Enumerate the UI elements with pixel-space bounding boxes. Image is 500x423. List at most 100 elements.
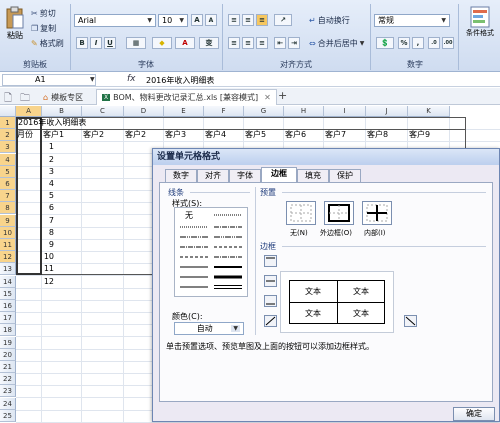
align-bottom-button[interactable]: ≡ bbox=[256, 14, 268, 26]
month-cell[interactable]: 9 bbox=[16, 239, 54, 251]
row-header[interactable]: 22 bbox=[0, 373, 16, 386]
copy-button[interactable]: ❐ 复制 bbox=[28, 21, 59, 35]
line-style-none[interactable]: 无 bbox=[185, 210, 193, 221]
line-style-option[interactable] bbox=[213, 284, 243, 290]
currency-button[interactable]: 💲 bbox=[376, 37, 394, 49]
wrap-text-button[interactable]: ↵ 自动换行 bbox=[306, 13, 353, 27]
row-header[interactable]: 1 bbox=[0, 117, 16, 129]
align-middle-button[interactable]: ≡ bbox=[242, 14, 254, 26]
month-cell[interactable]: 4 bbox=[16, 178, 54, 190]
align-top-button[interactable]: ≡ bbox=[228, 14, 240, 26]
border-diagonal-down-button[interactable] bbox=[404, 315, 417, 327]
dialog-tab[interactable]: 保护 bbox=[329, 169, 361, 182]
border-middle-button[interactable] bbox=[264, 275, 277, 287]
tab-bom-workbook[interactable]: X BOM、物料更改记录汇总.xls [兼容模式] ✕ bbox=[96, 89, 277, 105]
column-header[interactable]: E bbox=[164, 106, 204, 117]
month-cell[interactable]: 12 bbox=[16, 276, 54, 288]
fill-color-button[interactable]: ◆ bbox=[152, 37, 172, 49]
align-center-button[interactable]: ≡ bbox=[242, 37, 254, 49]
chevron-down-icon[interactable]: ▼ bbox=[90, 76, 95, 83]
header-cell[interactable]: 客户1 bbox=[43, 129, 64, 141]
header-cell[interactable]: 客户2 bbox=[83, 129, 104, 141]
dialog-tab[interactable]: 对齐 bbox=[197, 169, 229, 182]
header-cell[interactable]: 客户2 bbox=[125, 129, 146, 141]
preset-none-button[interactable] bbox=[286, 201, 316, 225]
month-cell[interactable]: 5 bbox=[16, 190, 54, 202]
font-name-select[interactable]: Arial ▼ bbox=[74, 14, 156, 27]
month-cell[interactable]: 3 bbox=[16, 166, 54, 178]
row-header[interactable]: 25 bbox=[0, 409, 16, 422]
decrease-decimal-button[interactable]: .00 bbox=[442, 37, 454, 49]
month-cell[interactable]: 6 bbox=[16, 202, 54, 214]
header-cell[interactable]: 客户6 bbox=[285, 129, 306, 141]
row-header[interactable]: 8 bbox=[0, 202, 16, 215]
line-style-option[interactable] bbox=[179, 274, 209, 280]
dialog-tab[interactable]: 字体 bbox=[229, 169, 261, 182]
row-header[interactable]: 14 bbox=[0, 275, 16, 288]
dialog-tab[interactable]: 填充 bbox=[297, 169, 329, 182]
close-icon[interactable]: ✕ bbox=[264, 93, 271, 102]
row-header[interactable]: 15 bbox=[0, 287, 16, 300]
header-cell[interactable]: 客户7 bbox=[325, 129, 346, 141]
phonetic-button[interactable]: 变 bbox=[199, 37, 219, 49]
line-style-option[interactable] bbox=[213, 254, 243, 260]
month-cell[interactable]: 2 bbox=[16, 154, 54, 166]
preset-outline-button[interactable] bbox=[324, 201, 354, 225]
border-preview[interactable]: 文本 文本 文本 文本 bbox=[280, 271, 394, 333]
column-header[interactable]: I bbox=[324, 106, 366, 117]
align-left-button[interactable]: ≡ bbox=[228, 37, 240, 49]
row-header[interactable]: 6 bbox=[0, 178, 16, 190]
column-header[interactable]: H bbox=[284, 106, 324, 117]
line-style-option[interactable] bbox=[213, 274, 243, 280]
line-style-option[interactable] bbox=[179, 234, 209, 240]
row-header[interactable]: 7 bbox=[0, 190, 16, 203]
align-right-button[interactable]: ≡ bbox=[256, 37, 268, 49]
month-cell[interactable]: 10 bbox=[16, 251, 54, 263]
column-header[interactable]: D bbox=[124, 106, 164, 117]
line-style-option[interactable] bbox=[213, 264, 243, 270]
row-header[interactable]: 18 bbox=[0, 324, 16, 337]
dialog-tab[interactable]: 数字 bbox=[165, 169, 197, 182]
line-style-option[interactable] bbox=[213, 234, 243, 240]
border-bottom-button[interactable] bbox=[264, 295, 277, 307]
header-cell[interactable]: 客户9 bbox=[409, 129, 430, 141]
header-cell[interactable]: 月份 bbox=[17, 129, 33, 141]
cut-button[interactable]: ✂ 剪切 bbox=[28, 6, 59, 20]
color-select[interactable]: 自动 ▼ bbox=[174, 322, 244, 335]
number-format-select[interactable]: 常规 ▼ bbox=[374, 14, 450, 27]
function-icon[interactable]: fx bbox=[127, 74, 136, 84]
column-header[interactable]: A bbox=[16, 106, 42, 117]
row-header[interactable]: 17 bbox=[0, 312, 16, 325]
border-diagonal-up-button[interactable] bbox=[264, 315, 277, 327]
row-header[interactable]: 13 bbox=[0, 263, 16, 276]
column-header[interactable]: B bbox=[42, 106, 82, 117]
row-header[interactable]: 4 bbox=[0, 153, 16, 166]
row-header[interactable]: 19 bbox=[0, 336, 16, 349]
percent-button[interactable]: % bbox=[398, 37, 410, 49]
shrink-font-button[interactable]: A bbox=[205, 14, 217, 26]
name-box[interactable]: A1 bbox=[2, 74, 96, 86]
formula-input[interactable]: 2016年收入明细表 bbox=[146, 75, 214, 86]
month-cell[interactable]: 8 bbox=[16, 227, 54, 239]
font-color-button[interactable]: A bbox=[175, 37, 195, 49]
header-cell[interactable]: 客户3 bbox=[165, 129, 186, 141]
column-header[interactable]: K bbox=[408, 106, 450, 117]
column-header[interactable]: C bbox=[82, 106, 124, 117]
column-header[interactable]: J bbox=[366, 106, 408, 117]
line-style-option[interactable] bbox=[179, 224, 209, 230]
orientation-button[interactable]: ↗ bbox=[274, 14, 292, 26]
line-style-option[interactable] bbox=[213, 224, 243, 230]
increase-indent-button[interactable]: ⇥ bbox=[288, 37, 300, 49]
grow-font-button[interactable]: A bbox=[191, 14, 203, 26]
row-header[interactable]: 20 bbox=[0, 348, 16, 361]
month-cell[interactable]: 7 bbox=[16, 215, 54, 227]
month-cell[interactable]: 11 bbox=[16, 263, 54, 275]
comma-button[interactable]: , bbox=[412, 37, 424, 49]
line-style-option[interactable] bbox=[179, 244, 209, 250]
format-painter-button[interactable]: ✎ 格式刷 bbox=[28, 36, 67, 50]
paste-button[interactable]: 粘贴 bbox=[4, 6, 26, 50]
header-cell[interactable]: 客户4 bbox=[205, 129, 226, 141]
italic-button[interactable]: I bbox=[90, 37, 102, 49]
line-style-option[interactable] bbox=[179, 254, 209, 260]
bold-button[interactable]: B bbox=[76, 37, 88, 49]
